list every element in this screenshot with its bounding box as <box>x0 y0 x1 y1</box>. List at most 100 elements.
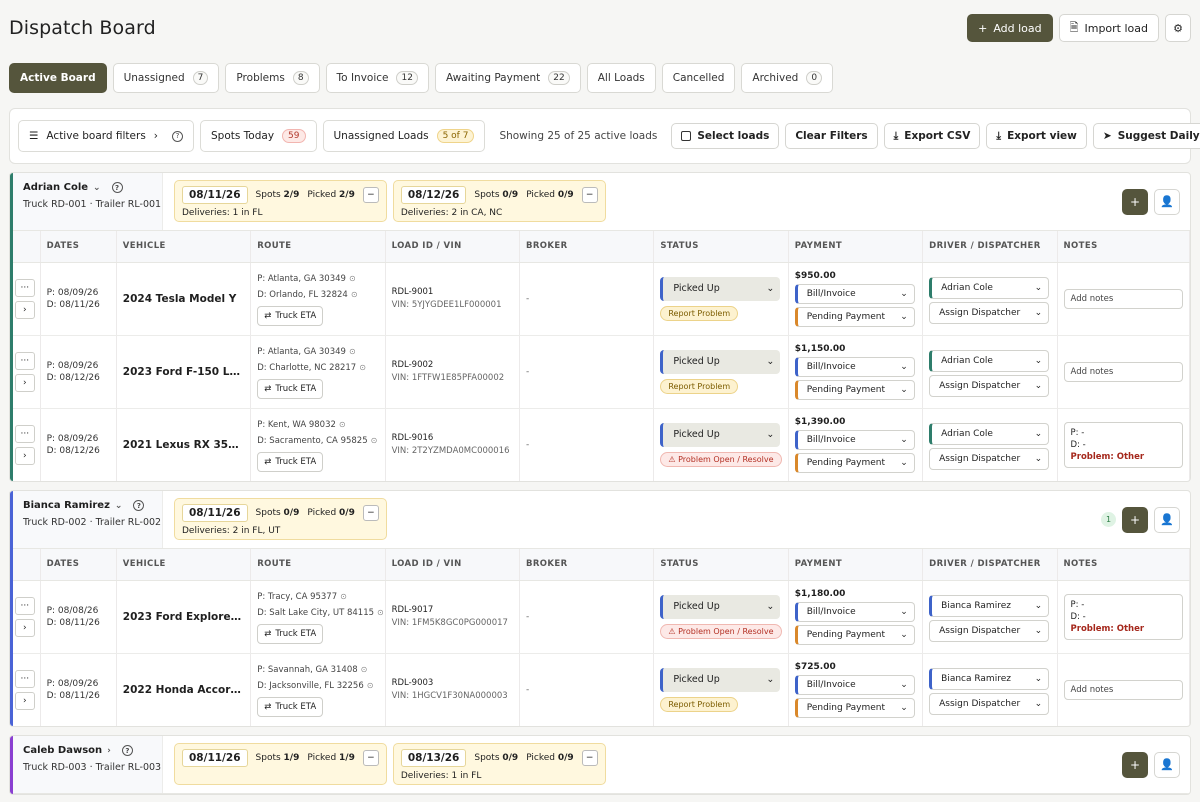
report-problem-button[interactable]: Report Problem <box>660 305 739 321</box>
notes-summary[interactable]: P: - D: - Problem: Other <box>1063 421 1183 468</box>
driver-select[interactable]: Bianca Ramirez ⌄ <box>929 667 1050 690</box>
help-icon[interactable]: ? <box>133 500 145 511</box>
more-options-button[interactable]: ··· <box>14 669 35 688</box>
column-header: BROKER <box>519 231 655 263</box>
load-id-vin: RDL-9017 VIN: 1FM5K8GC0PG000017 <box>385 580 520 654</box>
driver-select[interactable]: Adrian Cole ⌄ <box>929 349 1050 372</box>
truck-eta-button[interactable]: ⇄ Truck ETA <box>257 306 324 326</box>
add-load-to-driver-button[interactable]: + <box>1122 751 1148 778</box>
expand-row-button[interactable]: › <box>14 618 35 637</box>
more-options-button[interactable]: ··· <box>14 351 35 370</box>
notes-input[interactable]: Add notes <box>1063 288 1183 309</box>
assign-user-button[interactable]: 👤 <box>1154 188 1180 215</box>
driver-name[interactable]: Adrian Cole ⌄? <box>23 182 162 193</box>
status-select[interactable]: Picked Up ⌄ <box>660 667 781 692</box>
more-options-button[interactable]: ··· <box>14 596 35 615</box>
expand-row-button[interactable]: › <box>14 373 35 392</box>
payment-status-select[interactable]: Pending Payment ⌄ <box>794 697 915 718</box>
notes-input[interactable]: Add notes <box>1063 679 1183 700</box>
settings-button[interactable]: ⚙ <box>1165 14 1191 42</box>
date-group[interactable]: 08/11/26 Spots 1/9 Picked 1/9− <box>174 743 387 785</box>
payment-status-select[interactable]: Pending Payment ⌄ <box>794 624 915 645</box>
add-load-to-driver-button[interactable]: + <box>1122 188 1148 215</box>
clear-filters-button[interactable]: Clear Filters <box>785 123 878 149</box>
more-options-button[interactable]: ··· <box>14 424 35 443</box>
driver-select[interactable]: Adrian Cole ⌄ <box>929 276 1050 299</box>
route-icon: ⇄ <box>264 384 272 394</box>
invoice-select[interactable]: Bill/Invoice ⌄ <box>794 601 915 622</box>
truck-eta-button[interactable]: ⇄ Truck ETA <box>257 379 324 399</box>
more-options-button[interactable]: ··· <box>14 278 35 297</box>
status-select[interactable]: Picked Up ⌄ <box>660 594 781 619</box>
invoice-select[interactable]: Bill/Invoice ⌄ <box>794 674 915 695</box>
truck-eta-button[interactable]: ⇄ Truck ETA <box>257 624 324 644</box>
dispatcher-select[interactable]: Assign Dispatcher ⌄ <box>929 692 1050 715</box>
payment-status-select[interactable]: Pending Payment ⌄ <box>794 379 915 400</box>
suggest-daily-route-button[interactable]: ➤Suggest Daily Route <box>1092 123 1200 149</box>
expand-row-button[interactable]: › <box>14 300 35 319</box>
truck-eta-button[interactable]: ⇄ Truck ETA <box>257 452 324 473</box>
date-group[interactable]: 08/12/26 Spots 0/9 Picked 0/9− Deliveries: … <box>392 180 606 222</box>
driver-name[interactable]: Bianca Ramirez ⌄? <box>23 500 162 511</box>
spots-today-chip[interactable]: Spots Today 59 <box>200 120 317 152</box>
export-view-button[interactable]: ⤓ Export view <box>986 123 1087 149</box>
report-problem-button[interactable]: Report Problem <box>660 378 739 394</box>
date-group[interactable]: 08/11/26 Spots 2/9 Picked 2/9− Deliveries: … <box>174 180 387 222</box>
problem-open-button[interactable]: ⚠ Problem Open / Resolve <box>660 451 782 467</box>
select-loads-button[interactable]: Select loads <box>671 123 780 149</box>
tab-active-board[interactable]: Active Board <box>9 63 107 93</box>
dispatcher-select[interactable]: Assign Dispatcher ⌄ <box>929 374 1050 397</box>
help-icon[interactable]: ? <box>121 745 133 756</box>
help-icon[interactable]: ? <box>172 130 183 142</box>
status-select[interactable]: Picked Up ⌄ <box>660 349 781 374</box>
driver-card: Bianca Ramirez ⌄? Truck RD-002 · Trailer R… <box>9 490 1191 727</box>
chevron-down-icon[interactable]: ⌄ <box>115 501 123 511</box>
collapse-button[interactable]: − <box>362 505 379 521</box>
report-problem-button[interactable]: Report Problem <box>660 696 739 712</box>
problem-open-button[interactable]: ⚠ Problem Open / Resolve <box>660 623 782 639</box>
tab-problems[interactable]: Problems 8 <box>225 63 320 93</box>
invoice-select[interactable]: Bill/Invoice ⌄ <box>794 283 915 304</box>
date-group[interactable]: 08/11/26 Spots 0/9 Picked 0/9− Deliveries: … <box>174 498 387 540</box>
tab-awaiting-payment[interactable]: Awaiting Payment 22 <box>434 63 581 93</box>
collapse-button[interactable]: − <box>362 750 379 766</box>
invoice-select[interactable]: Bill/Invoice ⌄ <box>794 356 915 377</box>
collapse-button[interactable]: − <box>581 187 598 203</box>
chevron-down-icon[interactable]: ⌄ <box>93 183 101 193</box>
load-id-vin: RDL-9003 VIN: 1HGCV1F30NA000003 <box>385 653 520 726</box>
driver-select[interactable]: Bianca Ramirez ⌄ <box>929 594 1050 617</box>
status-select[interactable]: Picked Up ⌄ <box>660 422 781 447</box>
import-load-button[interactable]: 🗎 Import load <box>1058 14 1159 42</box>
assign-user-button[interactable]: 👤 <box>1154 506 1180 533</box>
tab-to-invoice[interactable]: To Invoice 12 <box>325 63 429 93</box>
active-board-filters-button[interactable]: ☰ Active board filters › ? <box>18 120 194 152</box>
tab-archived[interactable]: Archived 0 <box>741 63 834 93</box>
assign-user-button[interactable]: 👤 <box>1154 751 1180 778</box>
driver-name[interactable]: Caleb Dawson ›? <box>23 745 162 756</box>
collapse-button[interactable]: − <box>362 187 379 203</box>
export-csv-button[interactable]: ⤓ Export CSV <box>883 123 981 149</box>
tab-all-loads[interactable]: All Loads <box>586 63 656 93</box>
notes-input[interactable]: Add notes <box>1063 361 1183 382</box>
dispatcher-select[interactable]: Assign Dispatcher ⌄ <box>929 301 1050 324</box>
collapse-button[interactable]: − <box>581 750 598 766</box>
expand-row-button[interactable]: › <box>14 691 35 710</box>
status-select[interactable]: Picked Up ⌄ <box>660 276 781 301</box>
payment-status-select[interactable]: Pending Payment ⌄ <box>794 306 915 327</box>
date-group[interactable]: 08/13/26 Spots 0/9 Picked 0/9− Deliveries: … <box>392 743 606 785</box>
help-icon[interactable]: ? <box>111 182 123 193</box>
unassigned-loads-chip[interactable]: Unassigned Loads 5 of 7 <box>322 120 486 152</box>
expand-row-button[interactable]: › <box>14 446 35 465</box>
notes-summary[interactable]: P: - D: - Problem: Other <box>1063 593 1183 640</box>
dispatcher-select[interactable]: Assign Dispatcher ⌄ <box>929 447 1050 470</box>
invoice-select[interactable]: Bill/Invoice ⌄ <box>794 429 915 450</box>
driver-select[interactable]: Adrian Cole ⌄ <box>929 422 1050 445</box>
add-load-button[interactable]: + Add load <box>967 14 1053 42</box>
dispatcher-select[interactable]: Assign Dispatcher ⌄ <box>929 619 1050 642</box>
payment-status-select[interactable]: Pending Payment ⌄ <box>794 452 915 473</box>
truck-eta-button[interactable]: ⇄ Truck ETA <box>257 697 324 718</box>
tab-unassigned[interactable]: Unassigned 7 <box>112 63 220 93</box>
add-load-to-driver-button[interactable]: + <box>1122 506 1148 533</box>
chevron-right-icon[interactable]: › <box>107 746 111 756</box>
tab-cancelled[interactable]: Cancelled <box>661 63 736 93</box>
